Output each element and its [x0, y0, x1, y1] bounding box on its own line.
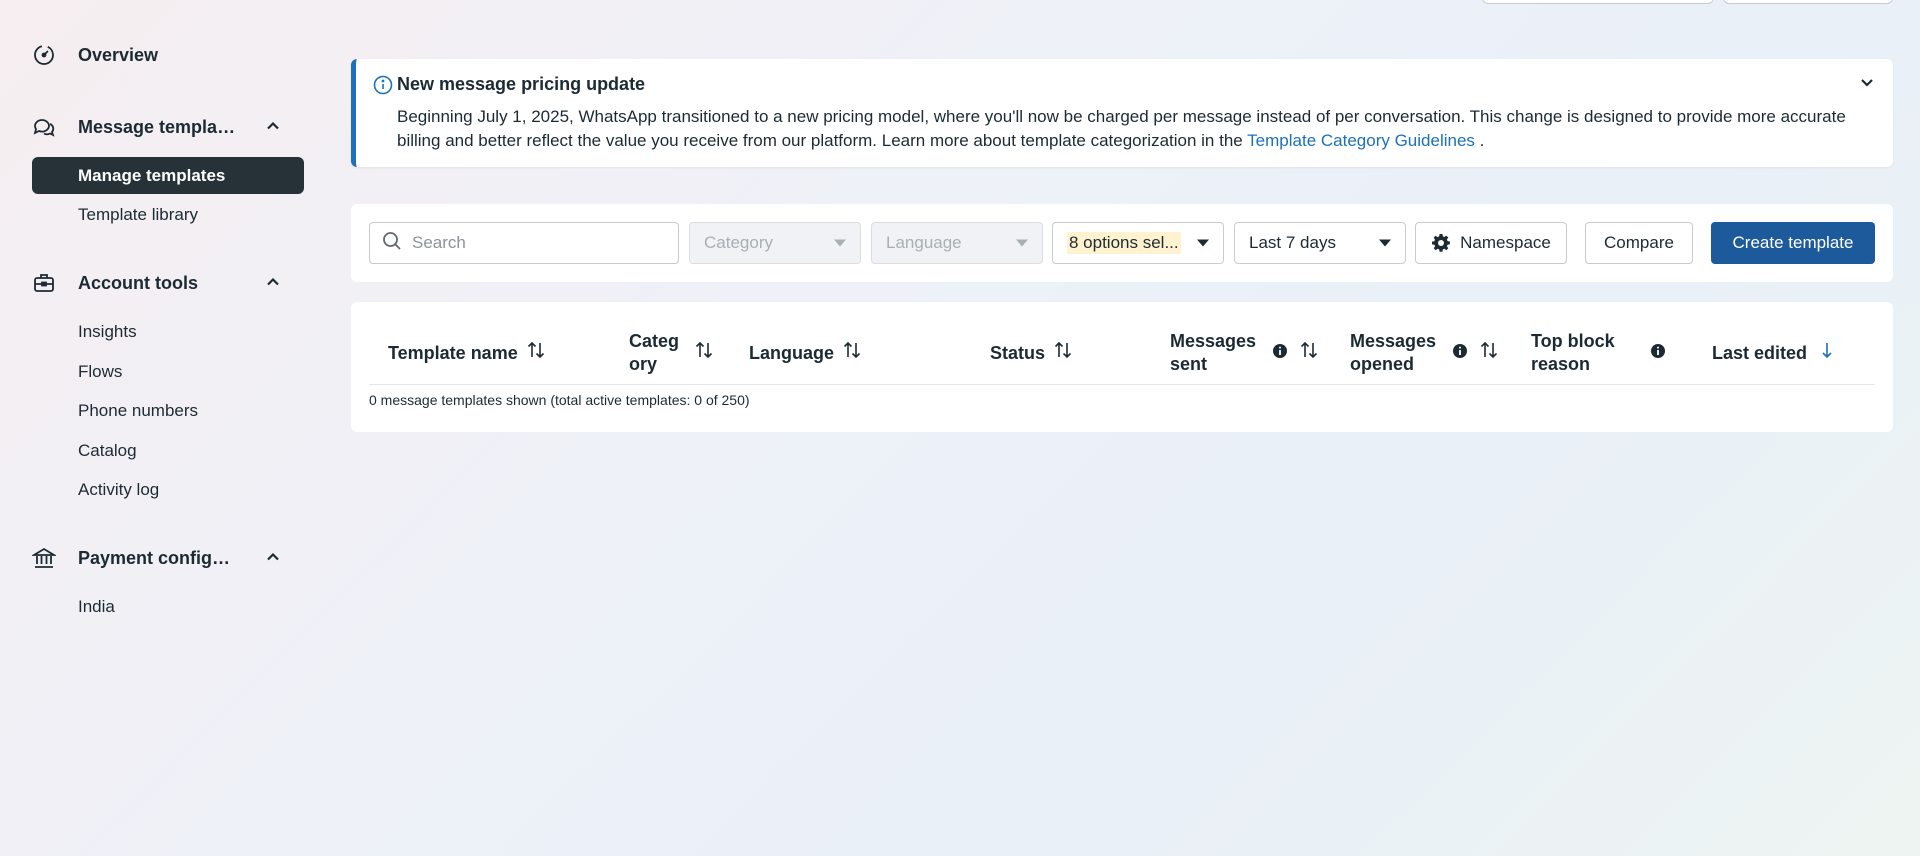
nav-india[interactable]: India [78, 597, 115, 617]
banner-title: New message pricing update [397, 74, 646, 94]
column-language[interactable]: Language [749, 328, 862, 378]
templates-table: Template name Categ ory Language Status … [351, 302, 1893, 432]
info-icon[interactable] [1272, 342, 1288, 365]
arrow-down-icon[interactable] [1821, 341, 1833, 365]
nav-overview-label: Overview [78, 44, 159, 65]
top-action-button-1[interactable] [1482, 0, 1714, 4]
chevron-up-icon[interactable] [266, 117, 280, 138]
caret-down-icon [834, 239, 846, 247]
nav-message-templates-label: Message templates [78, 116, 240, 137]
language-placeholder: Language [886, 233, 962, 252]
nav-payment-configurations[interactable]: Payment configurations [32, 545, 304, 571]
column-messages-opened-line1: Messages [1350, 331, 1437, 351]
nav-message-templates[interactable]: Message templates [32, 114, 304, 140]
banner-body: Beginning July 1, 2025, WhatsApp transit… [397, 107, 1846, 150]
banner-tail: . [1474, 131, 1485, 150]
status-select[interactable]: 8 options sel... [1052, 222, 1224, 264]
gear-icon [1431, 233, 1451, 253]
banner-text: Beginning July 1, 2025, WhatsApp transit… [397, 105, 1857, 153]
column-category-line2: ory [629, 354, 658, 374]
search-input[interactable]: Search [369, 222, 679, 264]
sort-icon[interactable] [526, 341, 546, 365]
sidebar: Overview Message templates Manage templa… [0, 0, 320, 856]
caret-down-icon [1379, 239, 1391, 247]
top-action-button-2[interactable] [1723, 0, 1893, 4]
create-template-button[interactable]: Create template [1711, 222, 1875, 264]
sort-icon[interactable] [1479, 341, 1499, 365]
column-messages-sent[interactable]: Messages sent [1170, 328, 1319, 378]
compare-button[interactable]: Compare [1585, 222, 1693, 264]
column-last-edited-label: Last edited [1712, 342, 1808, 363]
column-top-block-line2: reason [1531, 354, 1591, 374]
category-select[interactable]: Category [689, 222, 861, 264]
search-icon [382, 231, 402, 256]
namespace-label: Namespace [1460, 233, 1551, 252]
nav-overview[interactable]: Overview [32, 42, 304, 68]
search-placeholder: Search [412, 233, 466, 252]
column-status-label: Status [990, 342, 1046, 363]
date-range-select[interactable]: Last 7 days [1234, 222, 1406, 264]
column-messages-sent-label: Messages sent [1170, 330, 1256, 376]
nav-catalog[interactable]: Catalog [78, 441, 137, 461]
column-language-label: Language [749, 342, 835, 363]
language-select[interactable]: Language [871, 222, 1043, 264]
nav-payment-label: Payment configurations [78, 547, 240, 568]
status-select-value: 8 options sel... [1067, 232, 1181, 254]
filter-bar: Search Category Language 8 options sel..… [351, 204, 1893, 282]
info-circle-icon [373, 75, 393, 100]
column-top-block-reason: Top block reason [1531, 328, 1666, 378]
sort-icon[interactable] [1053, 341, 1073, 365]
chevron-up-icon[interactable] [266, 548, 280, 569]
bank-icon [32, 546, 56, 570]
category-placeholder: Category [704, 233, 773, 252]
sort-icon[interactable] [842, 341, 862, 365]
column-messages-opened[interactable]: Messages opened [1350, 328, 1499, 378]
column-last-edited[interactable]: Last edited [1712, 328, 1833, 378]
nav-activity-log[interactable]: Activity log [78, 480, 159, 500]
column-messages-sent-line2: sent [1170, 354, 1208, 374]
column-template-name-label: Template name [388, 342, 518, 363]
sort-icon[interactable] [694, 341, 714, 365]
gauge-icon [32, 43, 56, 67]
column-top-block-reason-label: Top block reason [1531, 330, 1615, 376]
column-category-label: Categ ory [629, 330, 679, 376]
chevron-down-icon[interactable] [1859, 74, 1875, 95]
sort-icon[interactable] [1299, 341, 1319, 365]
column-top-block-line1: Top block [1531, 331, 1615, 351]
column-messages-sent-line1: Messages [1170, 331, 1257, 351]
column-category-line1: Categ [629, 331, 680, 351]
template-category-guidelines-link[interactable]: Template Category Guidelines [1247, 131, 1475, 150]
nav-template-library[interactable]: Template library [78, 205, 198, 225]
nav-phone-numbers[interactable]: Phone numbers [78, 401, 198, 421]
column-template-name[interactable]: Template name [388, 328, 546, 378]
caret-down-icon [1016, 239, 1028, 247]
info-icon[interactable] [1452, 342, 1468, 365]
nav-manage-templates[interactable]: Manage templates [32, 157, 304, 194]
pricing-update-banner: New message pricing update Beginning Jul… [351, 59, 1893, 167]
info-icon[interactable] [1650, 342, 1666, 365]
namespace-button[interactable]: Namespace [1415, 222, 1567, 264]
templates-count: 0 message templates shown (total active … [369, 392, 750, 408]
column-messages-opened-line2: opened [1350, 354, 1415, 374]
nav-insights[interactable]: Insights [78, 322, 137, 342]
nav-account-tools[interactable]: Account tools [32, 270, 304, 296]
nav-flows[interactable]: Flows [78, 362, 122, 382]
caret-down-icon [1197, 239, 1209, 247]
table-header-divider [369, 384, 1875, 385]
nav-account-tools-label: Account tools [78, 272, 198, 293]
column-messages-opened-label: Messages opened [1350, 330, 1436, 376]
date-range-value: Last 7 days [1249, 233, 1336, 252]
chat-bubbles-icon [32, 115, 56, 139]
toolbox-icon [32, 271, 56, 295]
chevron-up-icon[interactable] [266, 273, 280, 294]
column-category[interactable]: Categ ory [629, 328, 714, 378]
column-status[interactable]: Status [990, 328, 1073, 378]
